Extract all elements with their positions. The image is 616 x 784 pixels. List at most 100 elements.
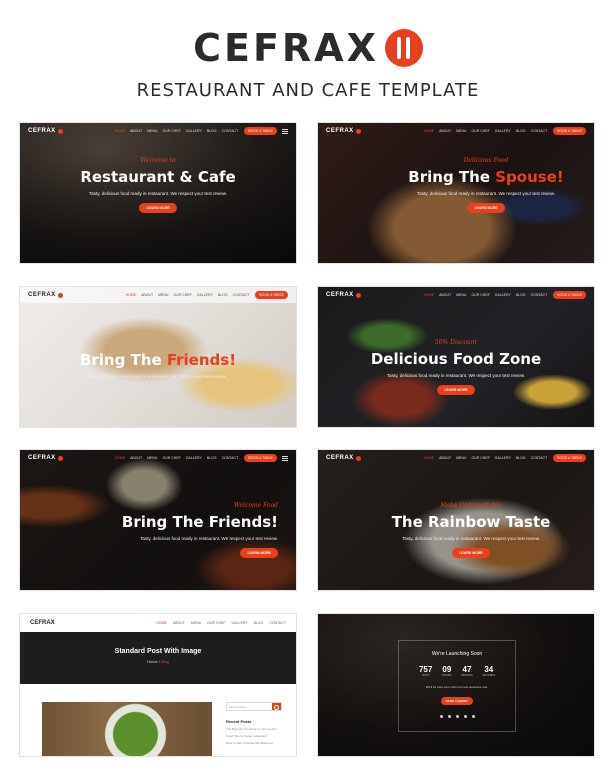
nav-home[interactable]: HOME [424,129,435,133]
mini-logo[interactable]: CEFRAX [326,292,361,298]
youtube-icon[interactable] [165,386,169,390]
preview-card-3[interactable]: CEFRAX HOME ABOUT MENU OUR CHEF GALLERY … [19,286,297,428]
nav-our-chef[interactable]: OUR CHEF [162,129,180,133]
preview-card-1[interactable]: CEFRAX HOME ABOUT MENU OUR CHEF GALLERY … [19,122,297,264]
nav-our-chef[interactable]: OUR CHEF [471,456,489,460]
nav-menu[interactable]: MENU [456,293,466,297]
preview-card-blog[interactable]: CEFRAX HOME ABOUT MENU OUR CHEF GALLERY … [19,613,297,757]
mini-logo[interactable]: CEFRAX [28,128,63,134]
nav-gallery[interactable]: GALLERY [197,293,213,297]
nav-about[interactable]: ABOUT [130,456,142,460]
recent-post-link[interactable]: The Best and Trending in your country [226,727,282,731]
nav-gallery[interactable]: GALLERY [495,456,511,460]
nav-about[interactable]: ABOUT [439,129,451,133]
nav-about[interactable]: ABOUT [130,129,142,133]
nav-home[interactable]: HOME [115,129,126,133]
mini-logo[interactable]: CEFRAX [30,620,57,626]
nav-contact[interactable]: CONTACT [222,129,239,133]
nav-blog[interactable]: BLOG [516,129,526,133]
google-plus-icon[interactable] [156,386,160,390]
nav-blog[interactable]: BLOG [218,293,228,297]
nav-menu[interactable]: MENU [147,456,157,460]
twitter-icon[interactable] [147,386,151,390]
menu-icon[interactable] [282,128,288,134]
google-plus-icon[interactable] [455,715,459,718]
preview-card-4[interactable]: CEFRAX HOME ABOUT MENU OUR CHEF GALLERY … [317,286,595,428]
preview-card-2[interactable]: CEFRAX HOME ABOUT MENU OUR CHEF GALLERY … [317,122,595,264]
instagram-icon[interactable] [471,715,475,718]
nav-blog[interactable]: BLOG [254,621,264,625]
nav-contact[interactable]: CONTACT [531,456,548,460]
book-table-button[interactable]: BOOK A TABLE [244,127,277,135]
menu-icon[interactable] [282,455,288,461]
nav-contact[interactable]: CONTACT [531,129,548,133]
mini-logo[interactable]: CEFRAX [28,292,63,298]
preview-card-coming-soon[interactable]: We're Launching Soon 757 Days 09 Hours 47 M… [317,613,595,757]
nav-gallery[interactable]: GALLERY [232,621,248,625]
twitter-icon[interactable] [447,715,451,718]
mini-logo[interactable]: CEFRAX [326,128,361,134]
nav-our-chef[interactable]: OUR CHEF [471,129,489,133]
nav-our-chef[interactable]: OUR CHEF [471,293,489,297]
nav-contact[interactable]: CONTACT [222,456,239,460]
learn-more-button[interactable]: LEARN MORE [452,548,490,558]
nav-home[interactable]: HOME [156,621,167,625]
book-table-button[interactable]: BOOK A TABLE [255,291,288,299]
breadcrumb-home[interactable]: Home [147,659,158,664]
nav-gallery[interactable]: GALLERY [495,129,511,133]
nav-blog[interactable]: BLOG [207,456,217,460]
nav-our-chef[interactable]: OUR CHEF [207,621,225,625]
learn-more-button[interactable]: LEARN MORE [467,203,505,213]
nav-contact[interactable]: CONTACT [233,293,250,297]
countdown-box: We're Launching Soon 757 Days 09 Hours 47 M… [398,640,516,732]
nav-menu[interactable]: MENU [456,456,466,460]
nav-contact[interactable]: CONTACT [531,293,548,297]
nav-about[interactable]: ABOUT [439,293,451,297]
mini-logo[interactable]: CEFRAX [28,455,63,461]
learn-more-button[interactable]: LEARN MORE [139,203,177,213]
mini-logo[interactable]: CEFRAX [326,455,361,461]
nav-gallery[interactable]: GALLERY [495,293,511,297]
search-box[interactable]: Search Here... [226,702,282,711]
learn-more-button[interactable]: LEARN MORE [437,385,475,395]
recent-post-link[interactable]: How to start a Restaurant Business [226,741,282,745]
nav-menu[interactable]: MENU [147,129,157,133]
nav-home[interactable]: HOME [424,293,435,297]
preview-card-6[interactable]: CEFRAX HOME ABOUT MENU OUR CHEF GALLERY … [317,449,595,591]
search-icon[interactable] [272,703,281,710]
recent-post-link[interactable]: Good Tips for better restaurant [226,734,282,738]
nav-gallery[interactable]: GALLERY [186,456,202,460]
book-table-button[interactable]: BOOK A TABLE [244,454,277,462]
instagram-icon[interactable] [174,386,178,390]
brand-subtitle: RESTAURANT AND CAFE TEMPLATE [136,80,480,101]
nav-menu[interactable]: MENU [158,293,168,297]
nav-blog[interactable]: BLOG [516,293,526,297]
nav-menu[interactable]: MENU [191,621,201,625]
nav-home[interactable]: HOME [424,456,435,460]
youtube-icon[interactable] [463,715,467,718]
facebook-icon[interactable] [138,386,142,390]
preview-card-5[interactable]: CEFRAX HOME ABOUT MENU OUR CHEF GALLERY … [19,449,297,591]
blog-post-image[interactable] [42,702,212,756]
nav-blog[interactable]: BLOG [516,456,526,460]
nav-about[interactable]: ABOUT [439,456,451,460]
nav-our-chef[interactable]: OUR CHEF [173,293,191,297]
book-table-button[interactable]: BOOK A TABLE [553,454,586,462]
nav-home[interactable]: HOME [126,293,137,297]
search-input[interactable]: Search Here... [227,703,272,710]
blog-title: Standard Post With Image [114,648,202,655]
nav-contact[interactable]: CONTACT [269,621,286,625]
nav-blog[interactable]: BLOG [207,129,217,133]
nav-home[interactable]: HOME [115,456,126,460]
nav-our-chef[interactable]: OUR CHEF [162,456,180,460]
facebook-icon[interactable] [439,715,443,718]
book-table-button[interactable]: BOOK A TABLE [553,127,586,135]
nav-gallery[interactable]: GALLERY [186,129,202,133]
nav-about[interactable]: ABOUT [141,293,153,297]
learn-more-button[interactable]: LEARN MORE [240,548,278,558]
send-query-button[interactable]: SEND A QUERY [440,697,474,705]
hero: Make Unforgettable The Rainbow Taste Tas… [348,502,594,559]
book-table-button[interactable]: BOOK A TABLE [553,291,586,299]
nav-menu[interactable]: MENU [456,129,466,133]
nav-about[interactable]: ABOUT [173,621,185,625]
